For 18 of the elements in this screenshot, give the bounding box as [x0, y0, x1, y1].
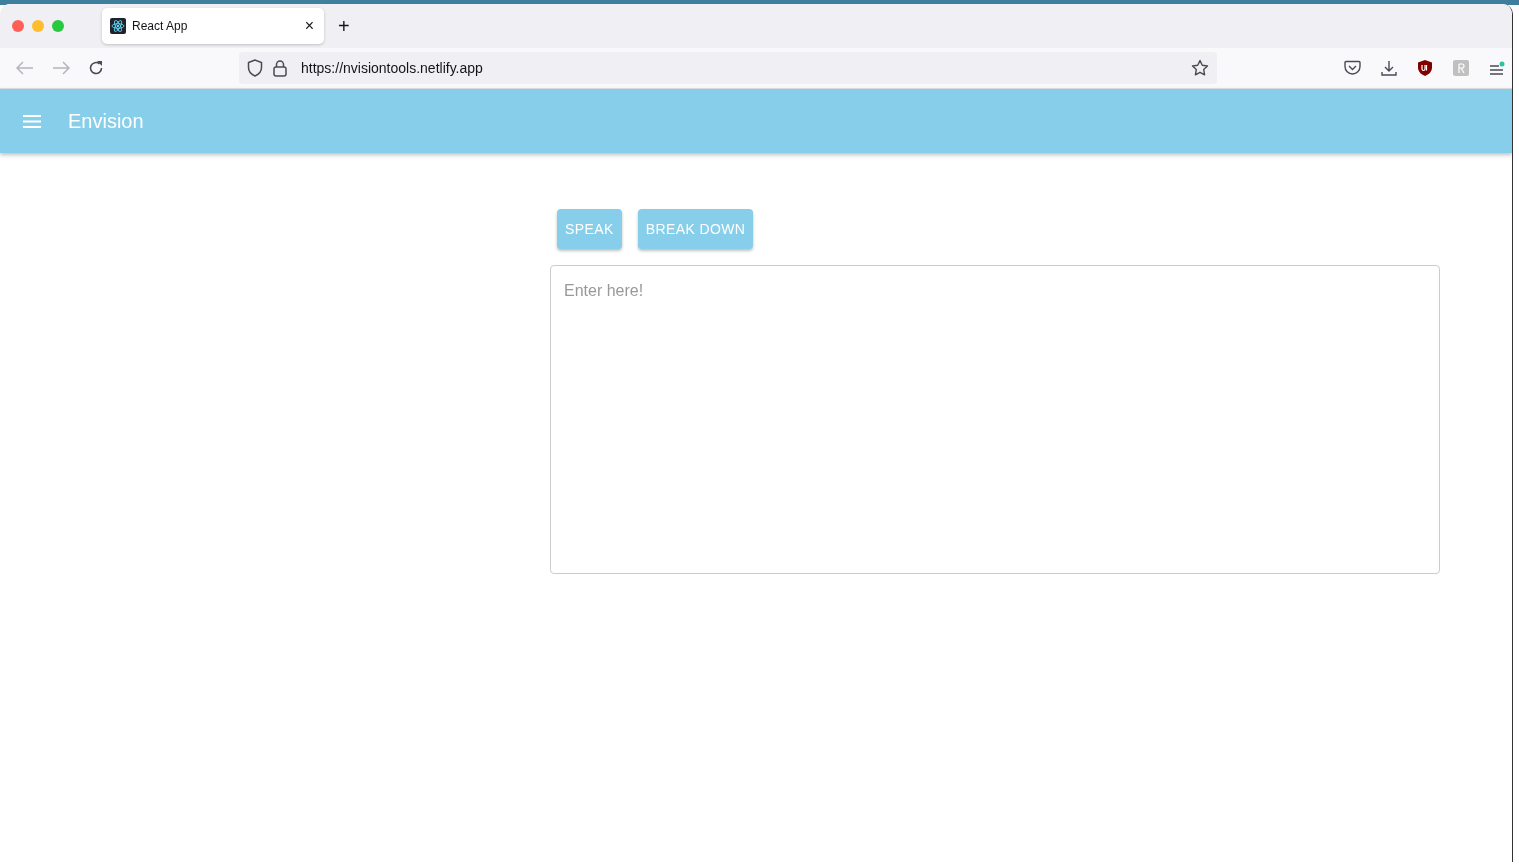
app-title: Envision — [68, 109, 144, 133]
menu-icon[interactable] — [1489, 61, 1505, 75]
new-tab-button[interactable]: + — [336, 14, 352, 38]
pocket-icon[interactable] — [1344, 60, 1361, 76]
star-icon[interactable] — [1191, 59, 1209, 77]
browser-tab[interactable]: React App × — [102, 8, 324, 44]
download-icon[interactable] — [1381, 60, 1397, 76]
text-input-area[interactable]: Enter here! — [550, 265, 1440, 574]
lock-icon[interactable] — [273, 59, 287, 77]
url-text: https://nvisiontools.netlify.app — [301, 60, 483, 76]
tab-title: React App — [132, 19, 189, 33]
close-window-button[interactable] — [12, 20, 24, 32]
close-tab-button[interactable]: × — [302, 17, 316, 35]
address-bar[interactable]: https://nvisiontools.netlify.app — [239, 52, 1217, 84]
atom-icon — [110, 18, 126, 34]
shield-icon[interactable] — [247, 59, 263, 77]
reload-icon[interactable] — [88, 60, 104, 76]
shield-extension-icon[interactable] — [1417, 59, 1433, 77]
